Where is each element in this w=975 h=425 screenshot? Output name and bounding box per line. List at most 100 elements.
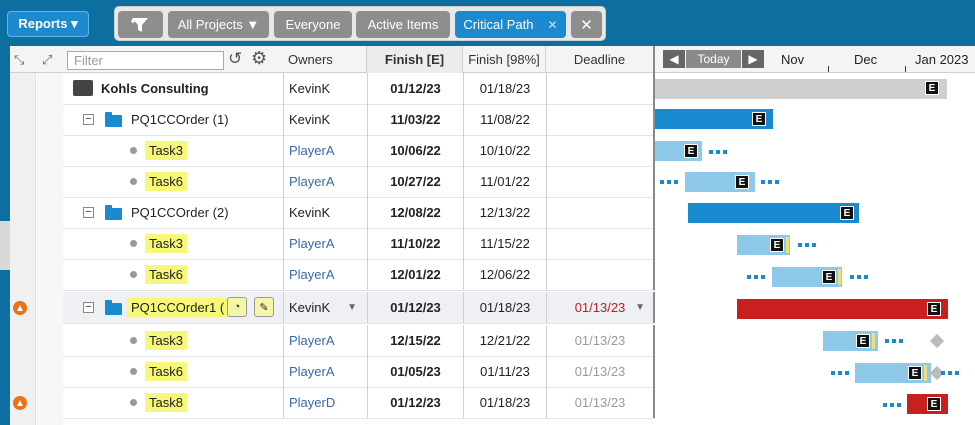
deadline-cell[interactable] bbox=[546, 197, 655, 228]
finish98-cell[interactable]: 10/10/22 bbox=[463, 135, 546, 166]
owner-cell[interactable]: PlayerA bbox=[283, 356, 367, 387]
expand-all-icon[interactable]: ⤢ bbox=[42, 52, 52, 68]
folder-icon bbox=[105, 205, 122, 220]
deadline-cell[interactable]: 01/13/23 bbox=[546, 387, 655, 418]
month-tick bbox=[905, 66, 906, 72]
owner-cell[interactable]: KevinK bbox=[283, 73, 367, 104]
deadline-cell[interactable]: 01/13/23 ▼ bbox=[546, 292, 655, 323]
estimate-marker: E bbox=[752, 112, 766, 126]
owner-dropdown-icon[interactable]: ▼ bbox=[347, 302, 357, 313]
deadline-cell[interactable] bbox=[546, 166, 655, 197]
collapse-row-icon[interactable]: − bbox=[83, 302, 94, 313]
finish-cell[interactable]: 12/15/22 bbox=[367, 325, 463, 356]
finish-cell[interactable]: 11/10/22 bbox=[367, 228, 463, 259]
finish98-cell[interactable]: 12/06/22 bbox=[463, 259, 546, 290]
name-cell: Task3 bbox=[63, 228, 283, 259]
owner-cell[interactable]: PlayerA bbox=[283, 325, 367, 356]
collapse-row-icon[interactable]: − bbox=[83, 207, 94, 218]
finish-cell[interactable]: 10/27/22 bbox=[367, 166, 463, 197]
table-row[interactable]: Task6 PlayerA 01/05/23 01/11/23 01/13/23 bbox=[63, 356, 655, 388]
deadline-cell[interactable] bbox=[546, 73, 655, 104]
finish-cell[interactable]: 01/05/23 bbox=[367, 356, 463, 387]
table-row-selected[interactable]: − PQ1CCOrder1 ( ◔ ✎ KevinK ▼ 01/12/23 01… bbox=[63, 292, 655, 324]
warning-icon[interactable]: ▲ bbox=[13, 396, 27, 410]
column-finish-98[interactable]: Finish [98%] bbox=[463, 46, 546, 73]
reports-button[interactable]: Reports ▾ bbox=[7, 11, 89, 37]
deadline-cell[interactable]: 01/13/23 bbox=[546, 325, 655, 356]
critical-project-bar[interactable] bbox=[737, 299, 948, 319]
finish98-cell[interactable]: 12/13/22 bbox=[463, 197, 546, 228]
project-bar[interactable] bbox=[688, 203, 859, 223]
gantt-today-button[interactable]: Today bbox=[686, 50, 741, 68]
edit-icon[interactable]: ✎ bbox=[254, 297, 274, 317]
table-row[interactable]: Task3 PlayerA 10/06/22 10/10/22 bbox=[63, 135, 655, 167]
finish-cell[interactable]: 01/12/23 bbox=[367, 387, 463, 418]
table-row[interactable]: Task6 PlayerA 12/01/22 12/06/22 bbox=[63, 259, 655, 291]
finish-cell[interactable]: 01/12/23 bbox=[367, 292, 463, 323]
owner-cell[interactable]: PlayerA bbox=[283, 228, 367, 259]
table-row[interactable]: Task3 PlayerA 12/15/22 12/21/22 01/13/23 bbox=[63, 325, 655, 357]
name-cell: Task6 bbox=[63, 259, 283, 290]
owner-cell[interactable]: KevinK bbox=[283, 104, 367, 135]
gear-icon[interactable]: ⚙ bbox=[251, 48, 267, 69]
table-row[interactable]: Task8 PlayerD 01/12/23 01/18/23 01/13/23 bbox=[63, 387, 655, 419]
owner-cell[interactable]: KevinK bbox=[283, 197, 367, 228]
deadline-cell[interactable]: 01/13/23 bbox=[546, 356, 655, 387]
owner-cell[interactable]: KevinK ▼ bbox=[283, 292, 367, 323]
owner-cell[interactable]: PlayerA bbox=[283, 259, 367, 290]
column-owners[interactable]: Owners bbox=[283, 46, 367, 73]
finish98-cell[interactable]: 11/01/22 bbox=[463, 166, 546, 197]
table-row[interactable]: Kohls Consulting KevinK 01/12/23 01/18/2… bbox=[63, 73, 655, 105]
remove-filter-icon[interactable]: ✕ bbox=[548, 18, 558, 32]
add-filter-button[interactable] bbox=[118, 11, 163, 38]
finish98-cell[interactable]: 01/18/23 bbox=[463, 292, 546, 323]
filter-bar: All Projects ▼ Everyone Active Items Cri… bbox=[114, 6, 606, 41]
name-cell: Task6 bbox=[63, 356, 283, 387]
collapse-row-icon[interactable]: − bbox=[83, 114, 94, 125]
summary-bar[interactable] bbox=[655, 79, 947, 99]
table-row[interactable]: − PQ1CCOrder (1) KevinK 11/03/22 11/08/2… bbox=[63, 104, 655, 136]
gantt-prev-button[interactable]: ◀ bbox=[663, 50, 685, 68]
table-row[interactable]: Task6 PlayerA 10/27/22 11/01/22 bbox=[63, 166, 655, 198]
clear-filters-button[interactable]: ✕ bbox=[571, 11, 602, 38]
column-finish[interactable]: Finish [E] bbox=[367, 46, 463, 73]
clock-icon[interactable]: ◔ bbox=[227, 297, 247, 317]
deadline-cell[interactable] bbox=[546, 135, 655, 166]
finish98-cell[interactable]: 01/18/23 bbox=[463, 73, 546, 104]
deadline-cell[interactable] bbox=[546, 228, 655, 259]
collapse-all-icon[interactable]: ⤡ bbox=[14, 52, 24, 68]
finish-cell[interactable]: 11/03/22 bbox=[367, 104, 463, 135]
finish98-cell[interactable]: 01/18/23 bbox=[463, 387, 546, 418]
table-row[interactable]: − PQ1CCOrder (2) KevinK 12/08/22 12/13/2… bbox=[63, 197, 655, 229]
folder-icon bbox=[105, 300, 122, 315]
finish-cell[interactable]: 01/12/23 bbox=[367, 73, 463, 104]
finish-cell[interactable]: 12/01/22 bbox=[367, 259, 463, 290]
deadline-dropdown-icon[interactable]: ▼ bbox=[635, 302, 645, 313]
filter-all-projects[interactable]: All Projects ▼ bbox=[168, 11, 269, 38]
filter-active-items[interactable]: Active Items bbox=[356, 11, 450, 38]
table-row[interactable]: Task3 PlayerA 11/10/22 11/15/22 bbox=[63, 228, 655, 260]
gantt-next-button[interactable]: ▶ bbox=[742, 50, 764, 68]
deadline-cell[interactable] bbox=[546, 104, 655, 135]
finish98-cell[interactable]: 01/11/23 bbox=[463, 356, 546, 387]
owner-cell[interactable]: PlayerD bbox=[283, 387, 367, 418]
filter-everyone[interactable]: Everyone bbox=[274, 11, 352, 38]
owner-cell[interactable]: PlayerA bbox=[283, 166, 367, 197]
finish98-cell[interactable]: 12/21/22 bbox=[463, 325, 546, 356]
finish-cell[interactable]: 10/06/22 bbox=[367, 135, 463, 166]
finish-cell[interactable]: 12/08/22 bbox=[367, 197, 463, 228]
filter-critical-path[interactable]: Critical Path ✕ bbox=[455, 11, 566, 38]
finish98-cell[interactable]: 11/15/22 bbox=[463, 228, 546, 259]
deadline-cell[interactable] bbox=[546, 259, 655, 290]
owner-cell[interactable]: PlayerA bbox=[283, 135, 367, 166]
row-name: PQ1CCOrder (1) bbox=[131, 112, 229, 127]
buffer-dots bbox=[831, 371, 849, 375]
estimate-marker: E bbox=[925, 81, 939, 95]
row-name: PQ1CCOrder (2) bbox=[131, 205, 229, 220]
undo-icon[interactable]: ↺ bbox=[228, 49, 242, 69]
filter-input[interactable]: Filter bbox=[67, 51, 224, 70]
month-tick bbox=[828, 66, 829, 72]
column-deadline[interactable]: Deadline bbox=[546, 46, 655, 73]
warning-icon[interactable]: ▲ bbox=[13, 301, 27, 315]
finish98-cell[interactable]: 11/08/22 bbox=[463, 104, 546, 135]
